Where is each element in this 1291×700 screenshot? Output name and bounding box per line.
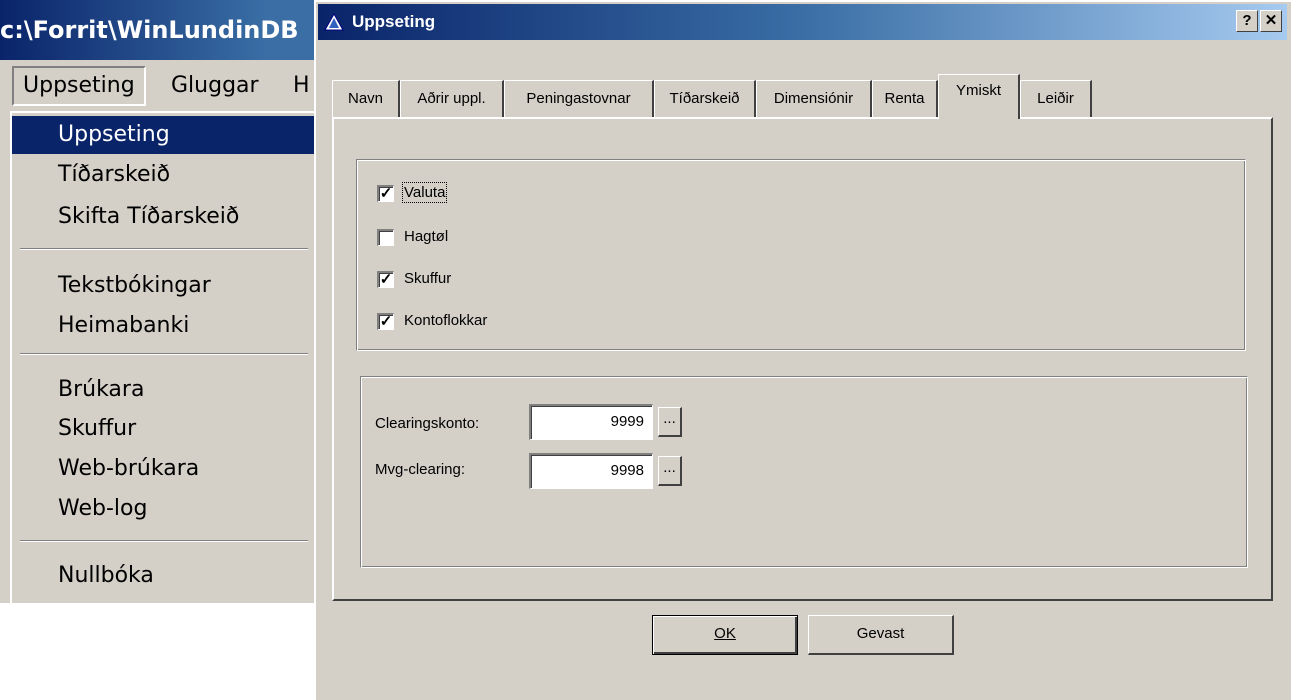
mvg-clearing-browse-button[interactable]: ... xyxy=(658,456,682,486)
skuffur-label: Skuffur xyxy=(404,270,452,287)
menu-item-uppseting[interactable]: Uppseting xyxy=(12,116,314,154)
tab-adrir-uppl[interactable]: Aðrir uppl. xyxy=(400,80,504,117)
close-button[interactable]: ✕ xyxy=(1260,10,1282,32)
clearingskonto-label: Clearingskonto: xyxy=(375,415,480,432)
app-triangle-icon xyxy=(324,12,344,31)
main-window: c:\Forrit\WinLundinDB Uppseting Gluggar … xyxy=(0,0,314,603)
tab-peningastovnar[interactable]: Peningastovnar xyxy=(504,80,654,117)
menu-item-web-log[interactable]: Web-log xyxy=(12,490,314,528)
cancel-button[interactable]: Gevast xyxy=(808,615,954,655)
uppseting-dropdown-menu: Uppseting Tíðarskeið Skifta Tíðarskeið T… xyxy=(10,111,314,603)
tab-ymiskt[interactable]: Ymiskt xyxy=(938,74,1020,119)
clearing-group: Clearingskonto: 9999 ... Mvg-clearing: 9… xyxy=(360,376,1248,568)
uppseting-dialog: Uppseting ? ✕ Navn Aðrir uppl. Peningast… xyxy=(314,0,1291,700)
menu-separator xyxy=(20,540,308,542)
ymiskt-tab-panel: ✓ Valuta Hagtøl ✓ Skuffur ✓ Kontoflokkar… xyxy=(332,117,1273,601)
dialog-title-bar[interactable]: Uppseting ? ✕ xyxy=(318,4,1287,40)
valuta-checkbox[interactable]: ✓ xyxy=(377,185,394,202)
menubar-item-gluggar[interactable]: Gluggar xyxy=(162,66,268,106)
menu-item-tekstbokingar[interactable]: Tekstbókingar xyxy=(12,267,314,305)
options-group: ✓ Valuta Hagtøl ✓ Skuffur ✓ Kontoflokkar xyxy=(356,159,1246,351)
menu-separator xyxy=(20,248,308,250)
menubar: Uppseting Gluggar H xyxy=(0,64,314,110)
tab-tidarskeid[interactable]: Tíðarskeið xyxy=(654,80,756,117)
menu-item-skifta-tidarskeid[interactable]: Skifta Tíðarskeið xyxy=(12,198,314,236)
ok-button[interactable]: OK xyxy=(652,615,798,655)
cancel-button-label: Gevast xyxy=(856,625,905,642)
dialog-title: Uppseting xyxy=(352,12,436,31)
skuffur-checkbox[interactable]: ✓ xyxy=(377,271,394,288)
clearingskonto-browse-button[interactable]: ... xyxy=(658,407,682,437)
menu-separator xyxy=(20,353,308,355)
tab-navn[interactable]: Navn xyxy=(332,80,400,117)
menu-item-tidarskeid[interactable]: Tíðarskeið xyxy=(12,156,314,194)
menu-item-skuffur[interactable]: Skuffur xyxy=(12,410,314,448)
valuta-label: Valuta xyxy=(401,182,448,203)
kontoflokkar-checkbox[interactable]: ✓ xyxy=(377,313,394,330)
tab-dimensionir[interactable]: Dimensiónir xyxy=(756,80,872,117)
menu-item-heimabanki[interactable]: Heimabanki xyxy=(12,307,314,345)
help-button[interactable]: ? xyxy=(1236,10,1258,32)
menubar-item-help[interactable]: H xyxy=(284,66,314,106)
clearingskonto-input[interactable]: 9999 xyxy=(529,404,653,440)
hagtol-label: Hagtøl xyxy=(404,228,449,245)
tab-renta[interactable]: Renta xyxy=(872,80,938,117)
main-window-title: c:\Forrit\WinLundinDB xyxy=(0,0,314,60)
menu-item-web-brukara[interactable]: Web-brúkara xyxy=(12,450,314,488)
tab-leidir[interactable]: Leiðir xyxy=(1020,80,1092,117)
mvg-clearing-input[interactable]: 9998 xyxy=(529,453,653,489)
ok-button-label: OK xyxy=(714,625,736,642)
menu-item-brukara[interactable]: Brúkara xyxy=(12,371,314,409)
menubar-item-uppseting[interactable]: Uppseting xyxy=(12,66,146,106)
menu-item-nullboka[interactable]: Nullbóka xyxy=(12,557,314,595)
mvg-clearing-label: Mvg-clearing: xyxy=(375,461,466,478)
hagtol-checkbox[interactable] xyxy=(377,229,394,246)
kontoflokkar-label: Kontoflokkar xyxy=(404,312,488,329)
